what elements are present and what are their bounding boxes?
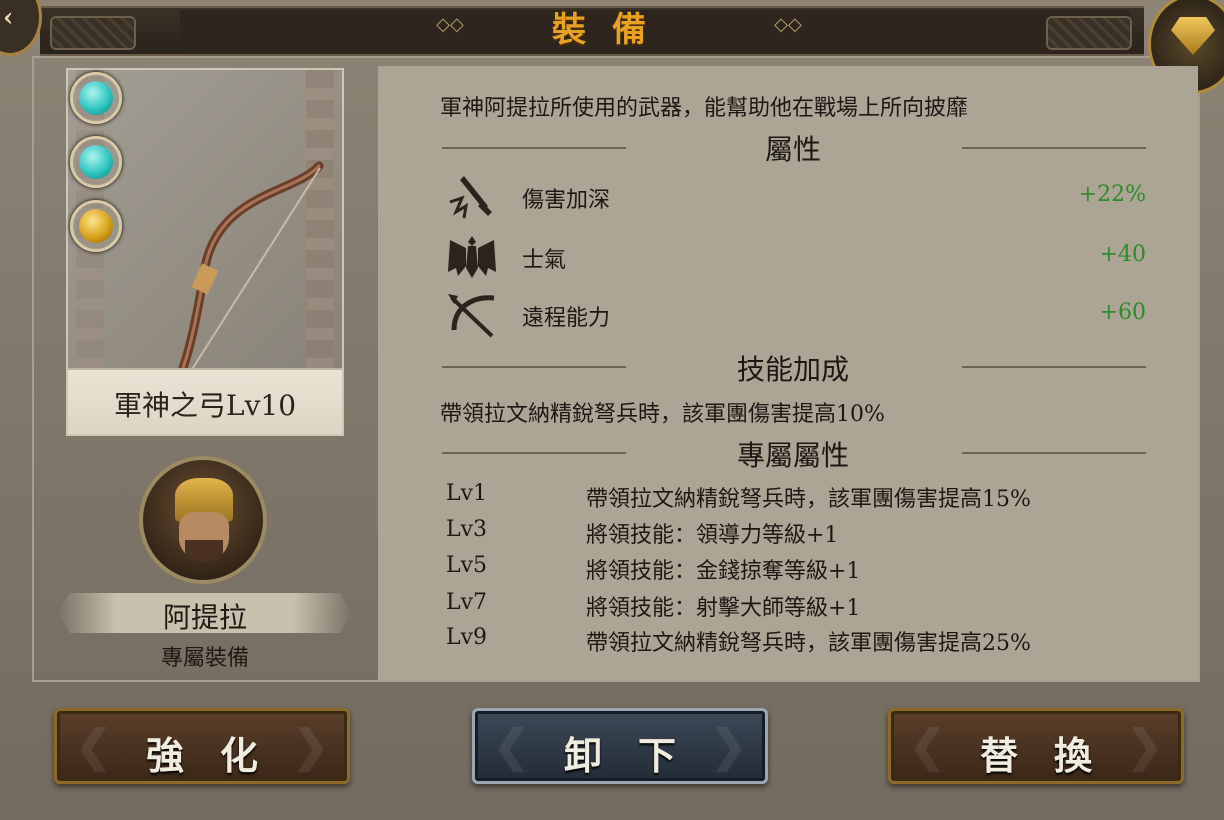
replace-button-label[interactable]: 替換: [891, 725, 1181, 780]
hero-avatar[interactable]: [139, 456, 267, 584]
enhance-button[interactable]: ❮ ❯ 強化: [54, 708, 350, 784]
enhance-button-label[interactable]: 強化: [57, 725, 347, 780]
hero-subtitle: 專屬裝備: [160, 646, 249, 671]
ranged-crossbow-icon: [448, 294, 495, 338]
item-description: 軍神阿提拉所使用的武器，能幫助他在戰場上所向披靡: [440, 96, 969, 121]
attribute-value: +60: [1099, 300, 1146, 325]
exclusive-text: 將領技能：射擊大師等級+1: [586, 596, 861, 621]
gem-slot-1[interactable]: [70, 72, 122, 124]
card-name-bar: 軍神之弓Lv10: [68, 368, 342, 434]
attribute-row: 士氣 +40: [440, 232, 1160, 282]
replace-button[interactable]: ❮ ❯ 替換: [888, 708, 1184, 784]
attribute-label: 傷害加深: [522, 188, 611, 213]
exclusive-level: Lv7: [446, 590, 488, 615]
exclusive-text: 帶領拉文納精銳弩兵時，該軍團傷害提高15%: [586, 487, 1031, 512]
equipment-window: ◇◇ ◇◇ 裝備 ‹ 鑲 軍神之弓Lv10 阿提: [0, 0, 1224, 820]
section-title-skill-bonus: 技能加成: [736, 353, 849, 386]
exclusive-level: Lv3: [446, 517, 488, 542]
exclusive-row: Lv3 將領技能：領導力等級+1: [446, 517, 1146, 551]
diamond-icon: [1171, 17, 1215, 55]
item-name: 軍神之弓Lv10: [113, 389, 297, 422]
unequip-button-label[interactable]: 卸下: [475, 725, 765, 780]
exclusive-text: 將領技能：領導力等級+1: [586, 523, 839, 548]
page-title: 裝備: [552, 10, 672, 50]
attribute-row: 遠程能力 +60: [440, 290, 1160, 340]
exclusive-level: Lv5: [446, 553, 488, 578]
back-arrow-icon: ‹: [3, 3, 14, 33]
section-title-attributes: 屬性: [764, 133, 821, 166]
attribute-label: 遠程能力: [522, 306, 611, 331]
gold-gem-icon: [79, 209, 113, 243]
exclusive-text: 將領技能：金錢掠奪等級+1: [586, 559, 861, 584]
unequip-button[interactable]: ❮ ❯ 卸下: [472, 708, 768, 784]
attribute-value: +40: [1099, 242, 1146, 267]
exclusive-level: Lv9: [446, 625, 488, 650]
attribute-row: 傷害加深 +22%: [440, 172, 1160, 222]
damage-boost-icon: [449, 176, 492, 219]
hero-name: 阿提拉: [162, 601, 247, 634]
exclusive-row: Lv7 將領技能：射擊大師等級+1: [446, 590, 1146, 624]
cyan-gem-icon: [79, 145, 113, 179]
gem-slot-3[interactable]: [70, 200, 122, 252]
attribute-label: 士氣: [522, 248, 567, 273]
exclusive-text: 帶領拉文納精銳弩兵時，該軍團傷害提高25%: [586, 631, 1031, 656]
skill-bonus-text: 帶領拉文納精銳弩兵時，該軍團傷害提高10%: [440, 402, 885, 427]
exclusive-level: Lv1: [446, 481, 488, 506]
attribute-value: +22%: [1078, 182, 1146, 207]
section-title-exclusive: 專屬屬性: [736, 439, 849, 472]
gem-slot-2[interactable]: [70, 136, 122, 188]
equipment-card[interactable]: 軍神之弓Lv10: [66, 68, 344, 436]
exclusive-row: Lv9 帶領拉文納精銳弩兵時，該軍團傷害提高25%: [446, 625, 1146, 659]
cyan-gem-icon: [79, 81, 113, 115]
exclusive-row: Lv1 帶領拉文納精銳弩兵時，該軍團傷害提高15%: [446, 481, 1146, 515]
exclusive-row: Lv5 將領技能：金錢掠奪等級+1: [446, 553, 1146, 587]
hero-beard: [185, 540, 223, 562]
morale-eagle-icon: [448, 236, 496, 278]
